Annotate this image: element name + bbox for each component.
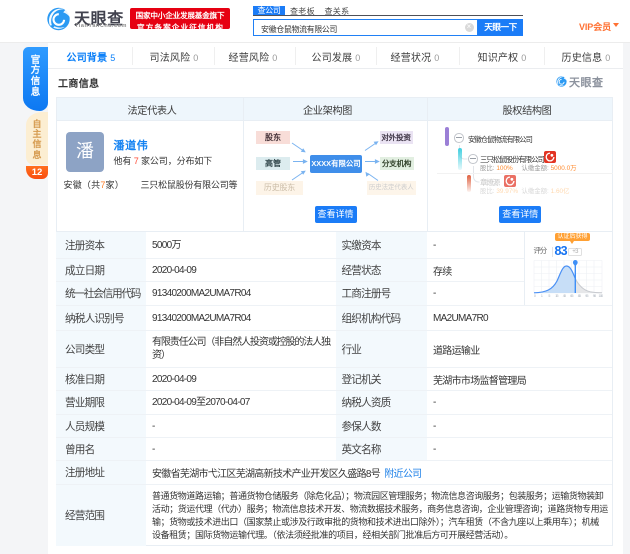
svg-text:1: 1 xyxy=(541,293,543,297)
svg-text:65: 65 xyxy=(570,293,573,297)
svg-text:45: 45 xyxy=(563,293,566,297)
svg-text:15: 15 xyxy=(555,293,558,297)
svg-text:0: 0 xyxy=(534,293,536,297)
svg-text:98: 98 xyxy=(593,293,596,297)
svg-text:5: 5 xyxy=(548,293,550,297)
svg-text:100: 100 xyxy=(599,293,603,297)
svg-text:95: 95 xyxy=(585,293,588,297)
svg-text:85: 85 xyxy=(578,293,581,297)
